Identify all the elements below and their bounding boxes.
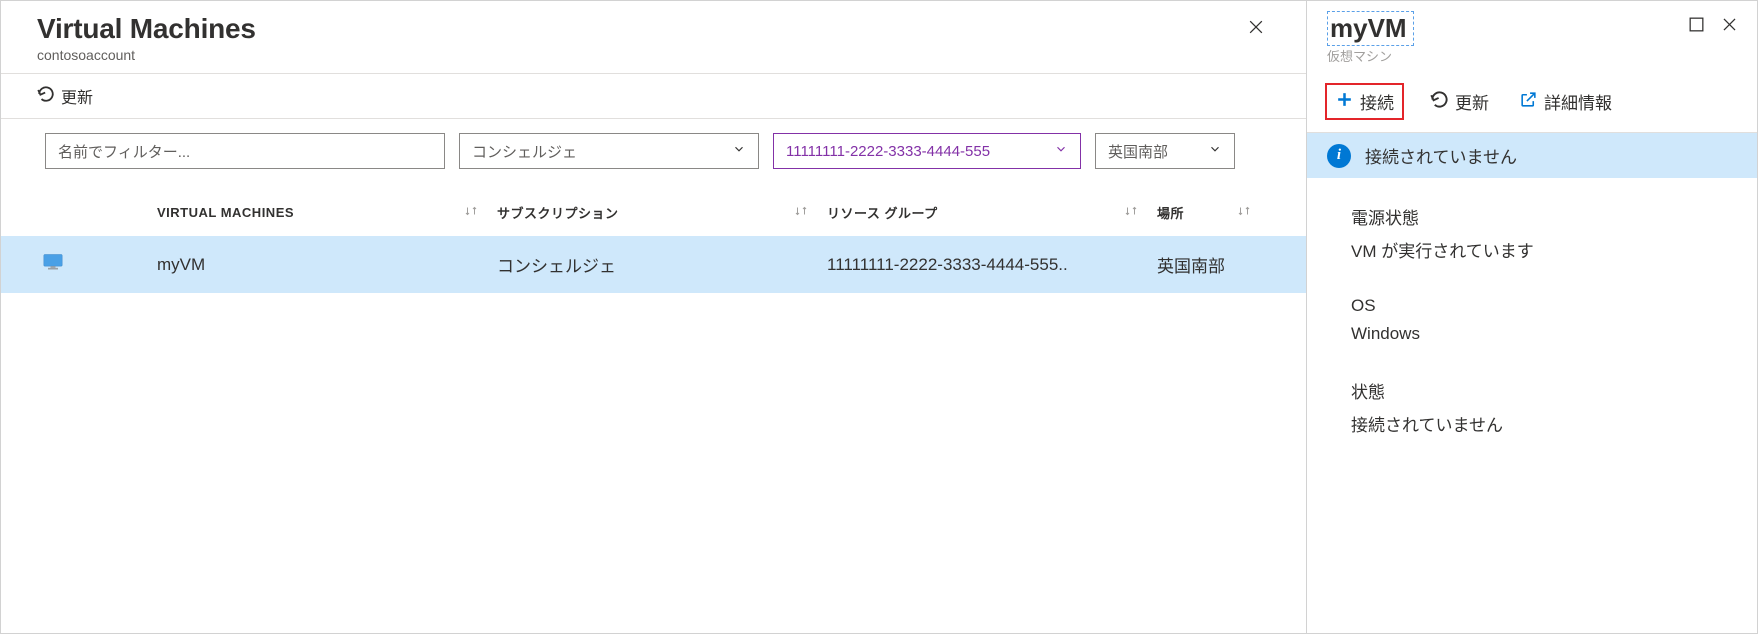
plus-icon [1335,90,1354,114]
detail-properties: 電源状態 VM が実行されています OS Windows 状態 接続されていませ… [1307,178,1757,436]
col-location[interactable]: 場所 [1157,203,1270,222]
location-select-value: 英国南部 [1108,141,1168,162]
left-header: Virtual Machines contosoaccount [1,1,1306,74]
cell-vm-name: myVM [157,255,497,275]
state-value: 接続されていません [1351,411,1731,436]
table-header: VIRTUAL MACHINES サブスクリプション リソース グループ 場所 [1,203,1306,236]
sort-icon [795,205,807,220]
power-state-value: VM が実行されています [1351,237,1731,262]
right-toolbar: 接続 更新 詳細情報 [1307,71,1757,133]
filter-placeholder: 名前でフィルター... [58,141,190,162]
state-label: 状態 [1351,378,1731,403]
sort-icon [1238,205,1250,220]
filter-row: 名前でフィルター... コンシェルジェ 11111111-2222-3333-4… [1,119,1306,179]
refresh-button[interactable]: 更新 [1426,87,1493,116]
info-bar: i 接続されていません [1307,133,1757,178]
sort-icon [1125,205,1137,220]
cell-location: 英国南部 [1157,252,1270,277]
page-title: Virtual Machines [37,13,256,45]
power-state-label: 電源状態 [1351,204,1731,229]
maximize-icon[interactable] [1687,15,1706,37]
refresh-icon [37,85,55,108]
detail-title: myVM [1330,13,1407,43]
close-icon[interactable] [1238,13,1274,47]
info-bar-text: 接続されていません [1365,143,1517,168]
cell-resourcegroup: 11111111-2222-3333-4444-555.. [827,255,1157,275]
account-name: contosoaccount [37,47,256,63]
info-icon: i [1327,144,1351,168]
refresh-label: 更新 [61,84,93,108]
close-icon[interactable] [1720,15,1739,37]
sort-icon [465,205,477,220]
col-subscription[interactable]: サブスクリプション [497,203,827,222]
table-row[interactable]: myVM コンシェルジェ 11111111-2222-3333-4444-555… [1,236,1306,293]
os-value: Windows [1351,324,1731,344]
vm-icon [43,253,63,276]
right-header: myVM 仮想マシン [1307,1,1757,71]
resourcegroup-select-value: 11111111-2222-3333-4444-555 [786,143,990,160]
external-link-icon [1519,90,1538,114]
vm-list-panel: Virtual Machines contosoaccount 更新 名前でフィ… [1,1,1307,633]
detail-subtitle: 仮想マシン [1327,46,1414,65]
chevron-down-icon [732,142,746,160]
name-filter-input[interactable]: 名前でフィルター... [45,133,445,169]
subscription-select-value: コンシェルジェ [472,141,577,162]
more-info-button[interactable]: 詳細情報 [1515,87,1616,116]
cell-subscription: コンシェルジェ [497,252,827,277]
refresh-icon [1430,90,1449,114]
more-info-label: 詳細情報 [1544,89,1612,114]
chevron-down-icon [1208,142,1222,160]
connect-button[interactable]: 接続 [1325,83,1404,120]
left-toolbar: 更新 [1,74,1306,119]
subscription-select[interactable]: コンシェルジェ [459,133,759,169]
refresh-button[interactable]: 更新 [37,84,93,108]
refresh-label: 更新 [1455,89,1489,114]
col-vm[interactable]: VIRTUAL MACHINES [157,203,497,222]
vm-detail-panel: myVM 仮想マシン 接続 更新 詳細情報 i 接続されていません 電源状態 V… [1307,1,1757,633]
col-resourcegroup[interactable]: リソース グループ [827,203,1157,222]
chevron-down-icon [1054,142,1068,160]
connect-label: 接続 [1360,89,1394,114]
location-select[interactable]: 英国南部 [1095,133,1235,169]
resourcegroup-select[interactable]: 11111111-2222-3333-4444-555 [773,133,1081,169]
os-label: OS [1351,296,1731,316]
